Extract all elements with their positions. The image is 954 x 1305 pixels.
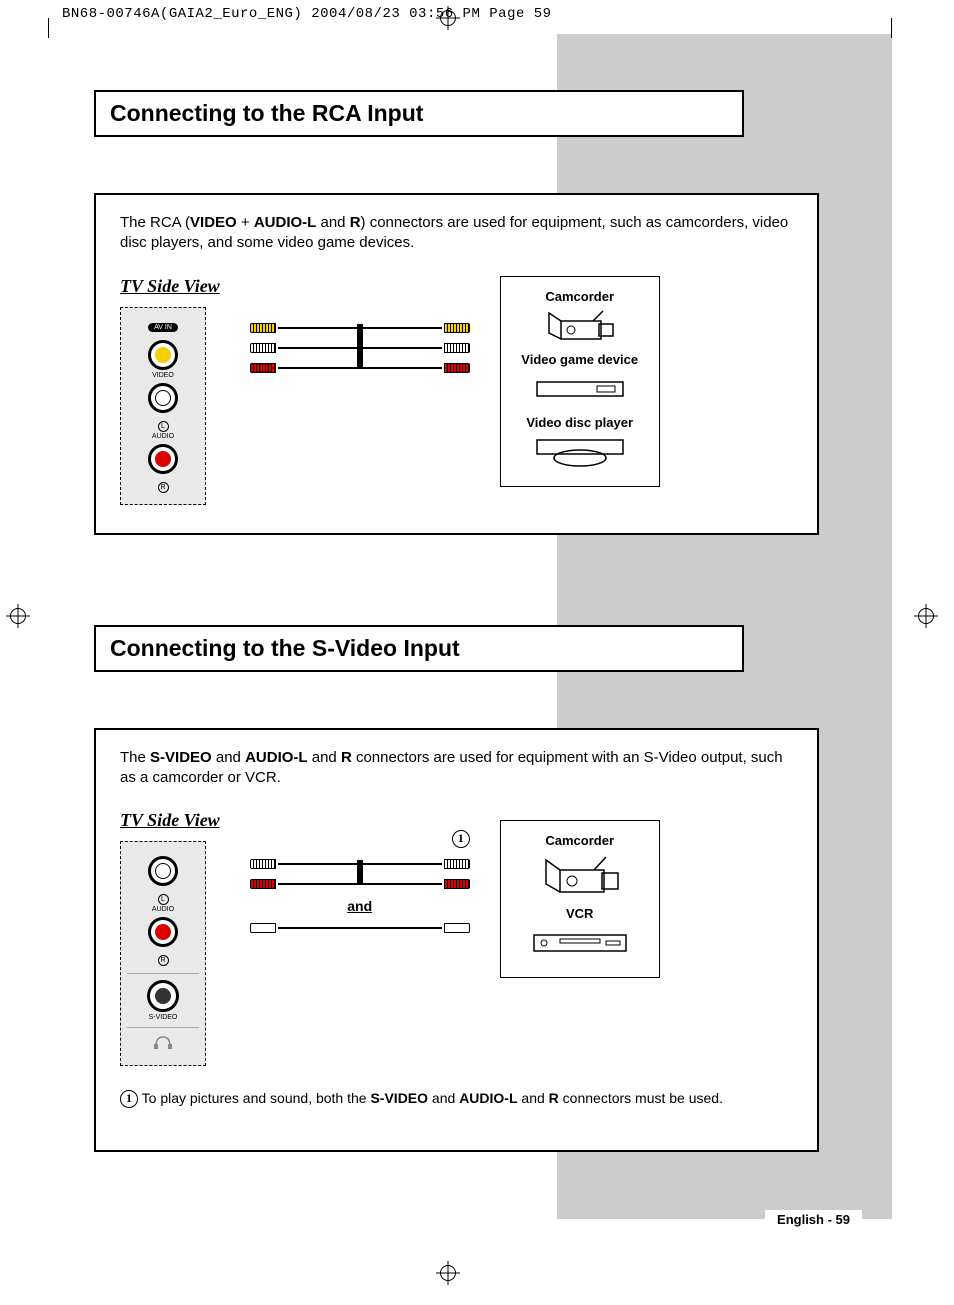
headphone-icon bbox=[153, 1034, 173, 1050]
tv-side-view-label: TV Side View bbox=[120, 276, 220, 297]
vcr-icon bbox=[505, 925, 655, 963]
rca-plug-icon bbox=[250, 859, 276, 869]
game-console-icon bbox=[505, 371, 655, 409]
svideo-plug-icon bbox=[444, 923, 470, 933]
registration-mark-icon bbox=[436, 1261, 460, 1285]
l-label: L bbox=[158, 894, 169, 905]
rca-plug-icon bbox=[250, 363, 276, 373]
rca-intro: The RCA (VIDEO + AUDIO-L and R) connecto… bbox=[120, 213, 793, 254]
tv-side-column: TV Side View AV IN VIDEO L AUDIO R bbox=[120, 276, 220, 505]
game-label: Video game device bbox=[505, 352, 655, 367]
r-label: R bbox=[158, 955, 169, 966]
section-title-text: Connecting to the S-Video Input bbox=[110, 635, 728, 662]
video-label: VIDEO bbox=[121, 372, 205, 379]
svideo-cable-diagram: 1 and bbox=[250, 830, 470, 942]
rca-plug-icon bbox=[444, 859, 470, 869]
registration-mark-icon bbox=[436, 6, 460, 30]
crop-mark bbox=[891, 18, 892, 38]
rca-cable-diagram bbox=[250, 316, 470, 376]
registration-mark-icon bbox=[6, 604, 30, 628]
crop-mark bbox=[48, 18, 49, 38]
tv-side-view-label: TV Side View bbox=[120, 810, 220, 831]
rca-devices-box: Camcorder Video game device Video disc p… bbox=[500, 276, 660, 487]
tv-input-panel-rca: AV IN VIDEO L AUDIO R bbox=[120, 307, 206, 505]
disc-label: Video disc player bbox=[505, 415, 655, 430]
svideo-plug-icon bbox=[250, 923, 276, 933]
rca-plug-icon bbox=[444, 879, 470, 889]
section-title-text: Connecting to the RCA Input bbox=[110, 100, 728, 127]
av-in-badge: AV IN bbox=[148, 323, 178, 332]
svideo-jack-icon bbox=[147, 980, 179, 1012]
camcorder-label: Camcorder bbox=[505, 289, 655, 304]
audio-label: AUDIO bbox=[121, 906, 205, 913]
rca-plug-icon bbox=[444, 323, 470, 333]
tv-side-column: TV Side View L AUDIO R S-VIDEO bbox=[120, 810, 220, 1066]
video-jack-icon bbox=[148, 340, 178, 370]
audio-l-jack-icon bbox=[148, 383, 178, 413]
diagram-marker-1: 1 bbox=[452, 830, 470, 848]
vcr-label: VCR bbox=[505, 906, 655, 921]
registration-mark-icon bbox=[914, 604, 938, 628]
rca-plug-icon bbox=[250, 879, 276, 889]
rca-info-box: The RCA (VIDEO + AUDIO-L and R) connecto… bbox=[94, 193, 819, 535]
print-header: BN68-00746A(GAIA2_Euro_ENG) 2004/08/23 0… bbox=[0, 0, 954, 22]
camcorder-icon bbox=[505, 308, 655, 346]
rca-plug-icon bbox=[444, 343, 470, 353]
audio-r-jack-icon bbox=[148, 444, 178, 474]
l-label: L bbox=[158, 421, 169, 432]
page-footer: English - 59 bbox=[765, 1210, 862, 1229]
audio-r-jack-icon bbox=[148, 917, 178, 947]
audio-l-jack-icon bbox=[148, 856, 178, 886]
svideo-intro: The S-VIDEO and AUDIO-L and R connectors… bbox=[120, 748, 793, 789]
svideo-devices-box: Camcorder VCR bbox=[500, 820, 660, 978]
rca-plug-icon bbox=[250, 323, 276, 333]
svideo-footnote: 1 To play pictures and sound, both the S… bbox=[120, 1090, 793, 1108]
svideo-label: S-VIDEO bbox=[121, 1014, 205, 1021]
footnote-marker-1: 1 bbox=[120, 1090, 138, 1108]
disc-player-icon bbox=[505, 434, 655, 472]
audio-label: AUDIO bbox=[121, 433, 205, 440]
section-title-svideo: Connecting to the S-Video Input bbox=[94, 625, 744, 672]
rca-plug-icon bbox=[444, 363, 470, 373]
section-title-rca: Connecting to the RCA Input bbox=[94, 90, 744, 137]
rca-plug-icon bbox=[250, 343, 276, 353]
and-label: and bbox=[250, 898, 470, 914]
camcorder-label: Camcorder bbox=[505, 833, 655, 848]
r-label: R bbox=[158, 482, 169, 493]
svideo-info-box: The S-VIDEO and AUDIO-L and R connectors… bbox=[94, 728, 819, 1153]
tv-input-panel-svideo: L AUDIO R S-VIDEO bbox=[120, 841, 206, 1066]
camcorder-icon bbox=[505, 852, 655, 900]
